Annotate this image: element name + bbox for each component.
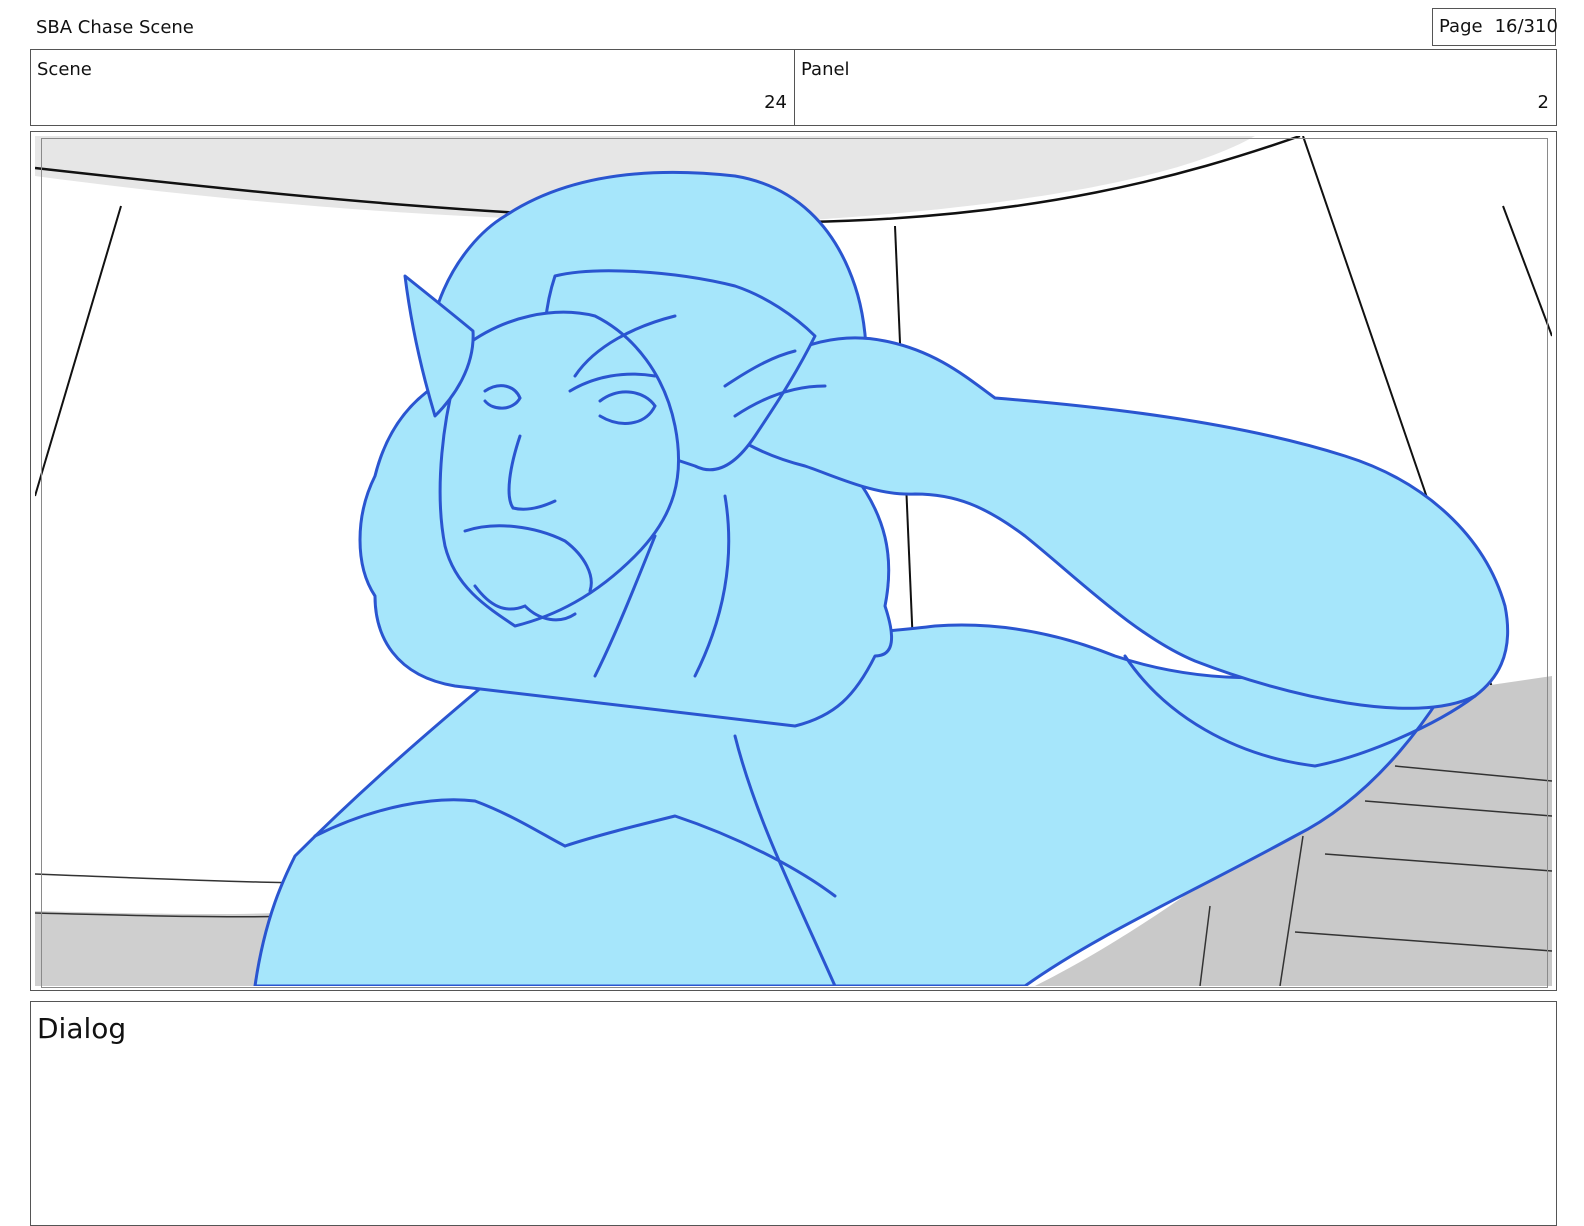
storyboard-frame bbox=[30, 131, 1557, 991]
dialog-label: Dialog bbox=[37, 1012, 127, 1045]
wall-line-left bbox=[35, 205, 122, 497]
scene-cell: Scene 24 bbox=[31, 50, 795, 125]
scene-label: Scene bbox=[37, 59, 92, 80]
scene-number: 24 bbox=[764, 92, 787, 113]
panel-label: Panel bbox=[801, 59, 850, 80]
sketch-canvas bbox=[35, 136, 1552, 986]
floor-line-left-1 bbox=[35, 873, 301, 884]
storyboard-drawing bbox=[35, 136, 1552, 986]
page-number: 16/310 bbox=[1494, 16, 1558, 37]
wall-line-far-right bbox=[1502, 205, 1552, 337]
page-indicator: Page 16/310 bbox=[1432, 8, 1558, 46]
page-label: Page bbox=[1439, 16, 1483, 37]
panel-number: 2 bbox=[1537, 92, 1549, 113]
scene-panel-info: Scene 24 Panel 2 bbox=[30, 49, 1557, 126]
project-title: SBA Chase Scene bbox=[36, 17, 194, 38]
panel-cell: Panel 2 bbox=[795, 50, 1556, 125]
dialog-box: Dialog bbox=[30, 1001, 1557, 1226]
